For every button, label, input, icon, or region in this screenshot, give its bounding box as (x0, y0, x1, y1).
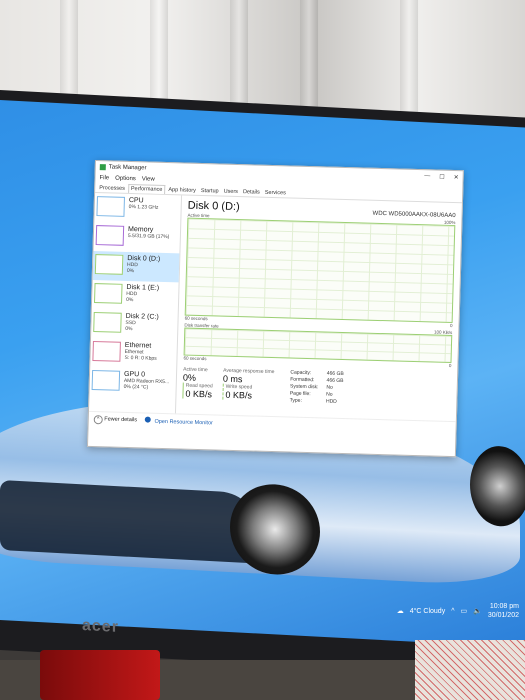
chevron-up-icon: ^ (93, 414, 103, 424)
monitor-brand-logo: acer (82, 617, 119, 636)
minimize-button[interactable]: — (424, 173, 430, 180)
close-button[interactable]: ✕ (454, 174, 459, 181)
sidebar-item-sub: 0% (125, 325, 133, 333)
menu-view[interactable]: View (142, 176, 155, 182)
open-resource-monitor-link[interactable]: Open Resource Monitor (144, 416, 213, 427)
cpu-mini-graph (96, 196, 125, 217)
ethernet-mini-graph (92, 341, 121, 362)
resource-monitor-label: Open Resource Monitor (154, 418, 213, 427)
graph2-min: 0 (448, 362, 452, 369)
sidebar-item-text: CPU 0% 1.23 GHz (129, 197, 159, 211)
sidebar-item-sub: S: 0 R: 0 Kbps (124, 354, 157, 362)
tab-users[interactable]: Users (221, 188, 240, 197)
graph2-duration: 60 seconds (183, 355, 207, 362)
volume-icon[interactable]: 🔈 (473, 607, 482, 615)
disk-properties: Capacity: 466 GB Formatted: 466 GB Syste… (290, 370, 344, 406)
sidebar-item-sub: 0% 1.23 GHz (128, 203, 159, 211)
disk0-mini-graph (94, 254, 124, 275)
task-manager-window: Task Manager — ☐ ✕ File Options View Pro… (86, 160, 464, 458)
sidebar-item-disk1[interactable]: Disk 1 (E:) HDD 0% (92, 280, 179, 311)
monitor-stand (40, 650, 160, 700)
gpu-mini-graph (91, 370, 121, 391)
cloud-icon[interactable]: ☁ (397, 607, 404, 615)
graph2-max: 100 KB/s (433, 329, 453, 336)
graph1-duration: 60 seconds (184, 315, 208, 322)
resource-sidebar: CPU 0% 1.23 GHz Memory 5.5/31.9 GB (17%)… (88, 193, 183, 414)
weather-text[interactable]: 4°C Cloudy (410, 608, 445, 615)
prop-key: Type: (289, 397, 302, 404)
stat-active-time: Active time 0% (183, 367, 213, 384)
disk-stats: Active time 0% Read speed 0 KB/s Average… (182, 367, 451, 409)
stat-value: 0 KB/s (185, 388, 213, 400)
stats-column-left: Active time 0% Read speed 0 KB/s (182, 367, 213, 403)
tab-performance[interactable]: Performance (127, 183, 166, 194)
sidebar-item-ethernet[interactable]: Ethernet Ethernet S: 0 R: 0 Kbps (90, 338, 177, 369)
tab-processes[interactable]: Processes (97, 184, 127, 193)
disk2-mini-graph (93, 312, 122, 333)
sidebar-item-text: Memory 5.5/31.9 GB (17%) (128, 226, 170, 240)
memory-mini-graph (95, 225, 125, 246)
graph2-label: Disk transfer rate (184, 322, 219, 329)
stat-read-speed: Read speed 0 KB/s (182, 382, 213, 400)
window-controls: — ☐ ✕ (424, 173, 459, 181)
sidebar-item-disk0[interactable]: Disk 0 (D:) HDD 0% (92, 250, 180, 283)
taskbar: ☁ 4°C Cloudy ^ ▭ 🔈 10:08 pm 30/01/202 (0, 600, 525, 626)
fewer-details-button[interactable]: ^ Fewer details (93, 414, 138, 425)
network-icon[interactable]: ▭ (461, 607, 468, 615)
maximize-button[interactable]: ☐ (439, 173, 445, 180)
tab-startup[interactable]: Startup (199, 187, 221, 196)
chevron-up-icon[interactable]: ^ (451, 608, 454, 615)
stats-column-middle: Average response time 0 ms Write speed 0… (222, 368, 275, 404)
sidebar-item-sub: 0% (126, 267, 135, 275)
stat-response-time: Average response time 0 ms (223, 368, 275, 385)
menu-file[interactable]: File (99, 175, 109, 181)
tab-app-history[interactable]: App history (166, 186, 198, 195)
resource-monitor-icon (144, 416, 152, 423)
sidebar-item-cpu[interactable]: CPU 0% 1.23 GHz (94, 193, 181, 224)
fewer-details-label: Fewer details (104, 415, 138, 423)
menu-options[interactable]: Options (115, 175, 136, 182)
sidebar-item-text: GPU 0 AMD Radeon RX5... 0% (24 °C) (124, 371, 170, 391)
tab-details[interactable]: Details (241, 188, 262, 197)
disk-detail-pane: Disk 0 (D:) WDC WD5000AAKX-08U6AA0 Activ… (176, 195, 462, 421)
clock-date: 30/01/202 (487, 612, 519, 619)
sidebar-item-gpu0[interactable]: GPU 0 AMD Radeon RX5... 0% (24 °C) (89, 367, 176, 398)
clock-time: 10:08 pm (489, 603, 519, 610)
sidebar-item-text: Disk 1 (E:) HDD 0% (126, 284, 159, 304)
performance-panel: CPU 0% 1.23 GHz Memory 5.5/31.9 GB (17%)… (88, 193, 462, 421)
stat-value: 0 KB/s (225, 389, 253, 401)
sidebar-item-sub: 0% (126, 296, 134, 304)
tablecloth (415, 640, 525, 700)
graph1-label: Active time (187, 212, 210, 219)
sidebar-item-text: Disk 0 (D:) HDD 0% (127, 255, 161, 275)
wallpaper-car-grille (0, 480, 260, 564)
active-time-graph (184, 217, 456, 324)
tab-services[interactable]: Services (263, 189, 288, 198)
sidebar-item-sub: 5.5/31.9 GB (17%) (127, 232, 170, 241)
system-tray: ☁ 4°C Cloudy ^ ▭ 🔈 10:08 pm 30/01/202 (397, 602, 519, 620)
task-manager-icon (99, 164, 106, 171)
clock[interactable]: 10:08 pm 30/01/202 (488, 602, 519, 620)
disk1-mini-graph (94, 283, 123, 304)
stat-write-speed: Write speed 0 KB/s (222, 383, 275, 402)
sidebar-item-text: Ethernet Ethernet S: 0 R: 0 Kbps (124, 342, 157, 362)
graph1-max: 100% (443, 219, 456, 226)
sidebar-item-disk2[interactable]: Disk 2 (C:) SSD 0% (91, 309, 178, 340)
prop-value: HDD (325, 398, 337, 405)
sidebar-item-text: Disk 2 (C:) SSD 0% (125, 313, 159, 333)
graph1-min: 0 (449, 322, 453, 329)
page-title: Disk 0 (D:) (187, 199, 240, 214)
sidebar-item-memory[interactable]: Memory 5.5/31.9 GB (17%) (93, 222, 180, 253)
